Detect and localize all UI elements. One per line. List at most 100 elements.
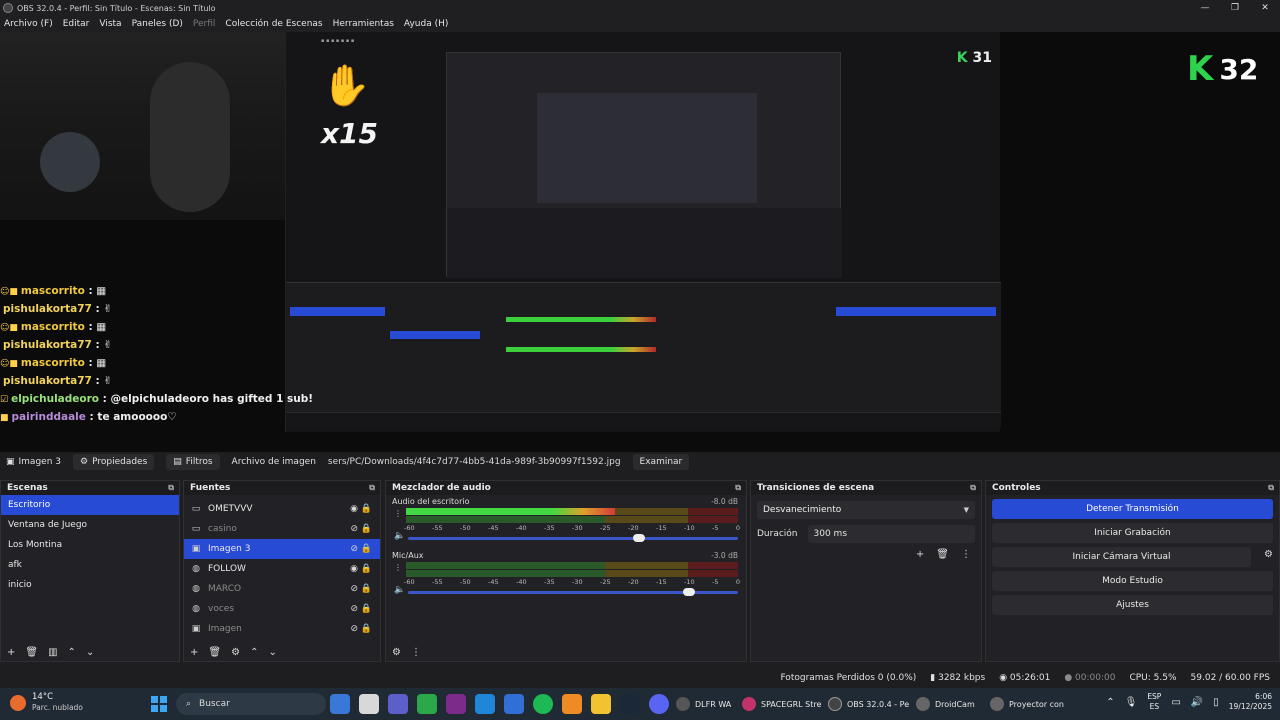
- eye-off-icon[interactable]: ⊘: [350, 624, 358, 634]
- taskbar-search[interactable]: ⌕ Buscar: [176, 693, 326, 715]
- remove-source-button[interactable]: 🗑: [208, 647, 221, 658]
- menu-ayuda[interactable]: Ayuda (H): [404, 19, 448, 29]
- source-item[interactable]: ▭ casino ⊘ 🔒: [184, 519, 380, 539]
- menu-vista[interactable]: Vista: [99, 19, 121, 29]
- volume-slider[interactable]: [408, 534, 738, 542]
- eye-off-icon[interactable]: ⊘: [350, 604, 358, 614]
- duration-spinbox[interactable]: 300 ms: [807, 525, 975, 543]
- lock-icon[interactable]: 🔒: [361, 564, 372, 574]
- taskbar-window-4[interactable]: DroidCam: [916, 694, 975, 714]
- menu-archivo[interactable]: Archivo (F): [4, 19, 53, 29]
- scene-item[interactable]: Escritorio: [1, 495, 179, 515]
- source-item[interactable]: ◍ voces ⊘ 🔒: [184, 599, 380, 619]
- source-item[interactable]: ◍ MARCO ⊘ 🔒: [184, 579, 380, 599]
- move-down-button[interactable]: ⌄: [268, 647, 276, 658]
- file-explorer-icon[interactable]: [591, 694, 611, 714]
- channel-menu-icon[interactable]: ⋮: [394, 509, 402, 518]
- monitor-icon[interactable]: ▭: [1171, 697, 1180, 708]
- start-recording-button[interactable]: Iniciar Grabación: [992, 523, 1273, 543]
- transition-select[interactable]: Desvanecimiento ▼: [757, 501, 975, 519]
- remove-scene-button[interactable]: 🗑: [25, 647, 38, 658]
- source-item[interactable]: ◍ FOLLOW ◉ 🔒: [184, 559, 380, 579]
- nvidia-icon[interactable]: [417, 694, 437, 714]
- remove-transition-button[interactable]: 🗑: [936, 549, 949, 560]
- lock-icon[interactable]: 🔒: [361, 544, 372, 554]
- start-virtual-camera-button[interactable]: Iniciar Cámara Virtual: [992, 547, 1251, 567]
- move-down-button[interactable]: ⌄: [86, 647, 94, 658]
- taskbar-window-3[interactable]: OBS 32.0.4 - Pe: [828, 694, 909, 714]
- scene-item[interactable]: inicio: [1, 575, 179, 595]
- spotify-icon[interactable]: [533, 694, 553, 714]
- scene-item[interactable]: Los Montina: [1, 535, 179, 555]
- source-settings-button[interactable]: ⚙: [231, 647, 240, 658]
- chevron-up-icon[interactable]: ⌃: [1106, 697, 1114, 708]
- language-indicator[interactable]: ESP ES: [1147, 692, 1161, 712]
- clock[interactable]: 6:06 19/12/2025: [1229, 692, 1272, 712]
- weather-widget[interactable]: 14°C Parc. nublado: [10, 692, 83, 713]
- copilot-icon[interactable]: [330, 694, 350, 714]
- scene-filters-button[interactable]: ▥: [48, 647, 57, 658]
- eye-off-icon[interactable]: ⊘: [350, 584, 358, 594]
- battery-icon[interactable]: ▯: [1213, 697, 1219, 708]
- taskbar-window-2[interactable]: SPACEGRL Stre: [742, 694, 821, 714]
- gear-icon[interactable]: ⚙: [1264, 549, 1273, 560]
- minimize-button[interactable]: —: [1190, 0, 1220, 16]
- close-button[interactable]: ✕: [1250, 0, 1280, 16]
- taskbar-window-1[interactable]: DLFR WA: [676, 694, 731, 714]
- filters-button[interactable]: ▤ Filtros: [166, 454, 220, 470]
- studio-mode-button[interactable]: Modo Estudio: [992, 571, 1273, 591]
- source-item[interactable]: ▣ Imagen ⊘ 🔒: [184, 619, 380, 639]
- teams-icon[interactable]: [388, 694, 408, 714]
- add-source-button[interactable]: +: [190, 647, 198, 658]
- menu-herramientas[interactable]: Herramientas: [333, 19, 394, 29]
- source-item[interactable]: ▭ OMETVVV ◉ 🔒: [184, 499, 380, 519]
- move-up-button[interactable]: ⌃: [68, 647, 76, 658]
- eye-icon[interactable]: ◉: [350, 504, 358, 514]
- transition-menu-button[interactable]: ⋮: [961, 549, 971, 560]
- maximize-button[interactable]: ❐: [1220, 0, 1250, 16]
- volume-slider[interactable]: [408, 588, 738, 596]
- edge-icon[interactable]: [475, 694, 495, 714]
- add-scene-button[interactable]: +: [7, 647, 15, 658]
- app-icon[interactable]: [446, 694, 466, 714]
- image-path-field[interactable]: sers/PC/Downloads/4f4c7d77-4bb5-41da-989…: [328, 457, 621, 467]
- stream-preview[interactable]: ▪ ▪ ▪ ▪ ▪ ▪ ▪ ✋ x15 ♥ x15 K 31 ☺■mascorr…: [0, 32, 1280, 452]
- lock-icon[interactable]: 🔒: [361, 504, 372, 514]
- lock-icon[interactable]: 🔒: [361, 624, 372, 634]
- windows-start-icon[interactable]: [151, 696, 167, 712]
- volume-icon[interactable]: 🔊: [1191, 697, 1203, 708]
- lock-icon[interactable]: 🔒: [361, 524, 372, 534]
- lock-icon[interactable]: 🔒: [361, 604, 372, 614]
- eye-off-icon[interactable]: ⊘: [350, 524, 358, 534]
- scene-item[interactable]: Ventana de Juego: [1, 515, 179, 535]
- calculator-icon[interactable]: [359, 694, 379, 714]
- volume-slider-knob[interactable]: [682, 588, 695, 596]
- app-icon[interactable]: [504, 694, 524, 714]
- speaker-icon[interactable]: 🔈: [394, 531, 405, 541]
- undock-icon[interactable]: ⧉: [735, 481, 741, 495]
- taskbar-window-5[interactable]: Proyector con: [990, 694, 1064, 714]
- scene-item[interactable]: afk: [1, 555, 179, 575]
- eye-off-icon[interactable]: ⊘: [350, 544, 358, 554]
- browse-button[interactable]: Examinar: [632, 454, 690, 470]
- volume-slider-knob[interactable]: [633, 534, 645, 542]
- speaker-icon[interactable]: 🔈: [394, 585, 405, 595]
- move-up-button[interactable]: ⌃: [250, 647, 258, 658]
- undock-icon[interactable]: ⧉: [369, 481, 375, 495]
- undock-icon[interactable]: ⧉: [1268, 481, 1274, 495]
- properties-button[interactable]: ⚙ Propiedades: [73, 454, 155, 470]
- advanced-audio-button[interactable]: ⚙: [392, 647, 401, 658]
- settings-button[interactable]: Ajustes: [992, 595, 1273, 615]
- lock-icon[interactable]: 🔒: [361, 584, 372, 594]
- undock-icon[interactable]: ⧉: [970, 481, 976, 495]
- eye-icon[interactable]: ◉: [350, 564, 358, 574]
- channel-menu-icon[interactable]: ⋮: [394, 563, 402, 572]
- source-item[interactable]: ▣ Imagen 3 ⊘ 🔒: [184, 539, 380, 559]
- add-transition-button[interactable]: +: [916, 549, 924, 560]
- discord-icon[interactable]: [649, 694, 669, 714]
- steam-icon[interactable]: [620, 694, 640, 714]
- app-icon[interactable]: [562, 694, 582, 714]
- menu-editar[interactable]: Editar: [63, 19, 90, 29]
- stop-stream-button[interactable]: Detener Transmisión: [992, 499, 1273, 519]
- menu-paneles[interactable]: Paneles (D): [132, 19, 183, 29]
